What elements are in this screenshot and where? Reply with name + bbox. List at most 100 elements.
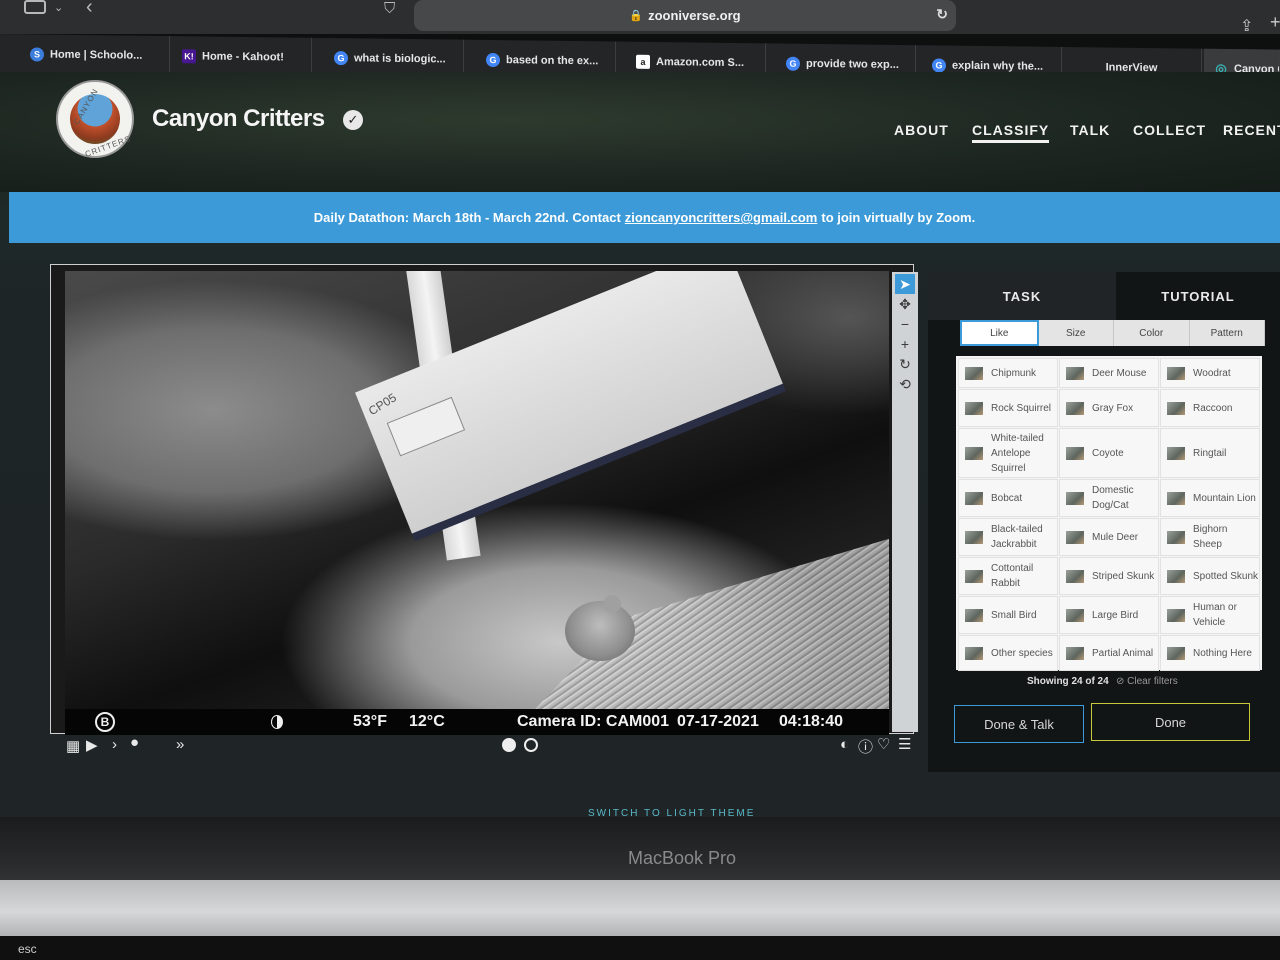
collections-icon[interactable]: ☰ (898, 735, 911, 753)
species-option[interactable]: Small Bird (958, 596, 1058, 634)
info-icon[interactable]: ⓘ (858, 736, 873, 757)
species-option[interactable]: Other species (958, 635, 1058, 671)
species-label: Deer Mouse (1092, 367, 1147, 379)
nav-collect[interactable]: COLLECT (1133, 122, 1206, 138)
species-option[interactable]: Partial Animal (1059, 635, 1159, 671)
species-option[interactable]: Rock Squirrel (958, 389, 1058, 427)
species-label: Small Bird (991, 609, 1037, 621)
nav-recent[interactable]: RECENT (1223, 122, 1280, 138)
fast-forward-icon[interactable]: » (176, 736, 184, 753)
tab-label: Home | Schoolo... (50, 48, 143, 62)
nav-about[interactable]: ABOUT (894, 122, 949, 138)
species-option[interactable]: Gray Fox (1059, 389, 1159, 427)
species-label: Raccoon (1193, 402, 1233, 414)
chevron-down-icon[interactable]: ⌄ (54, 1, 63, 14)
lock-icon: 🔒 (629, 10, 644, 22)
species-label: Mountain Lion (1193, 492, 1256, 504)
capture-time: 04:18:40 (779, 713, 844, 730)
camera-id: Camera ID: CAM001 (517, 713, 670, 730)
board-code: CP05 (365, 390, 399, 419)
project-logo[interactable]: CANYON CRITTERS (56, 80, 134, 159)
pointer-icon[interactable]: ➤ (895, 274, 915, 294)
viewer-toolbar: ➤ ✥ − + ↻ ⟲ (892, 272, 918, 732)
species-option[interactable]: Bobcat (958, 479, 1058, 517)
species-option[interactable]: Black-tailed Jackrabbit (958, 518, 1058, 556)
tab-schoology[interactable]: S Home | Schoolo... (20, 34, 170, 77)
filter-color[interactable]: Color (1114, 320, 1190, 346)
species-option[interactable]: Human or Vehicle (1160, 596, 1260, 634)
species-option[interactable]: Nothing Here (1160, 635, 1260, 671)
species-option[interactable]: Mountain Lion (1160, 479, 1260, 517)
species-thumbnail (965, 446, 983, 460)
nav-talk[interactable]: TALK (1070, 122, 1110, 138)
project-title[interactable]: Canyon Critters (152, 105, 325, 133)
verified-badge-icon: ✓ (343, 110, 363, 130)
reload-icon[interactable]: ↻ (936, 6, 948, 23)
tab-task[interactable]: TASK (928, 272, 1116, 320)
species-option[interactable]: Striped Skunk (1059, 557, 1159, 595)
species-option[interactable]: White-tailed Antelope Squirrel (958, 428, 1058, 478)
species-option[interactable]: Spotted Skunk (1160, 557, 1260, 595)
tab-tutorial[interactable]: TUTORIAL (1116, 272, 1280, 320)
reset-icon[interactable]: ⟲ (895, 374, 915, 394)
species-option[interactable]: Domestic Dog/Cat (1059, 479, 1159, 517)
species-option[interactable]: Deer Mouse (1059, 358, 1159, 388)
species-thumbnail (1066, 401, 1084, 415)
species-option[interactable]: Bighorn Sheep (1160, 518, 1260, 556)
task-panel: TASK TUTORIAL Like Size Color Pattern Ch… (928, 272, 1280, 772)
next-icon[interactable]: › (112, 736, 117, 753)
camera-info-strip: B 53°F 12°C Camera ID: CAM001 07-17-2021… (65, 709, 889, 735)
species-label: Rock Squirrel (991, 402, 1052, 414)
rotate-icon[interactable]: ↻ (895, 354, 915, 374)
touch-bar (0, 936, 1280, 960)
back-arrow-icon[interactable]: ‹ (86, 0, 93, 19)
zoom-in-icon[interactable]: + (895, 334, 915, 354)
move-icon[interactable]: ✥ (895, 294, 915, 314)
done-and-talk-button[interactable]: Done & Talk (954, 705, 1084, 743)
clear-filters-button[interactable]: ⊘ Clear filters (1116, 676, 1178, 687)
species-option[interactable]: Chipmunk (958, 358, 1058, 388)
zoom-out-icon[interactable]: − (895, 314, 915, 334)
species-label: Partial Animal (1092, 647, 1154, 659)
done-button[interactable]: Done (1091, 703, 1250, 741)
tab-label: what is biologic... (354, 52, 446, 66)
species-option[interactable]: Mule Deer (1059, 518, 1159, 556)
species-option[interactable]: Coyote (1059, 428, 1159, 478)
shield-icon[interactable]: ⛉ (384, 0, 395, 17)
species-option[interactable]: Raccoon (1160, 389, 1260, 427)
esc-key[interactable]: esc (18, 942, 37, 956)
zooniverse-page: CANYON CRITTERS Canyon Critters ✓ ABOUT … (0, 72, 1280, 819)
amazon-icon: a (636, 54, 650, 69)
temperature-f: 53°F (353, 713, 387, 730)
species-label: Cottontail Rabbit (991, 563, 1034, 589)
frame-dot[interactable] (524, 738, 538, 752)
frame-dot-active[interactable] (502, 738, 516, 752)
banner-email-link[interactable]: zioncanyoncritters@gmail.com (625, 210, 818, 225)
play-icon[interactable]: ▶ (86, 736, 98, 754)
invert-icon[interactable]: ◐ (840, 736, 849, 753)
filter-size[interactable]: Size (1038, 320, 1114, 346)
species-label: Spotted Skunk (1193, 570, 1259, 582)
nav-classify[interactable]: CLASSIFY (972, 122, 1050, 143)
share-icon[interactable]: ⇪ (1240, 16, 1253, 36)
heart-icon[interactable]: ♡ (877, 735, 890, 753)
species-option[interactable]: Ringtail (1160, 428, 1260, 478)
species-label: Chipmunk (991, 367, 1037, 379)
filter-pattern[interactable]: Pattern (1189, 320, 1265, 346)
species-thumbnail (1167, 366, 1185, 380)
species-label: Bighorn Sheep (1193, 524, 1228, 550)
species-label: Bobcat (991, 492, 1023, 504)
species-grid: Chipmunk Deer Mouse Woodrat Rock Squirrel Gr… (956, 356, 1262, 671)
species-thumbnail (1066, 366, 1084, 380)
species-thumbnail (965, 608, 983, 622)
filter-like[interactable]: Like (960, 320, 1039, 346)
sidebar-toggle-icon[interactable] (24, 0, 46, 14)
species-option[interactable]: Woodrat (1160, 358, 1260, 388)
new-tab-icon[interactable]: + (1270, 12, 1280, 33)
species-option[interactable]: Large Bird (1059, 596, 1159, 634)
grid-view-icon[interactable]: ▦ (66, 737, 80, 755)
address-bar[interactable]: 🔒 zooniverse.org ↻ (414, 0, 956, 31)
record-icon[interactable]: ● (130, 734, 139, 751)
camera-trap-image[interactable]: CP05 (65, 271, 889, 735)
species-option[interactable]: Cottontail Rabbit (958, 557, 1058, 595)
